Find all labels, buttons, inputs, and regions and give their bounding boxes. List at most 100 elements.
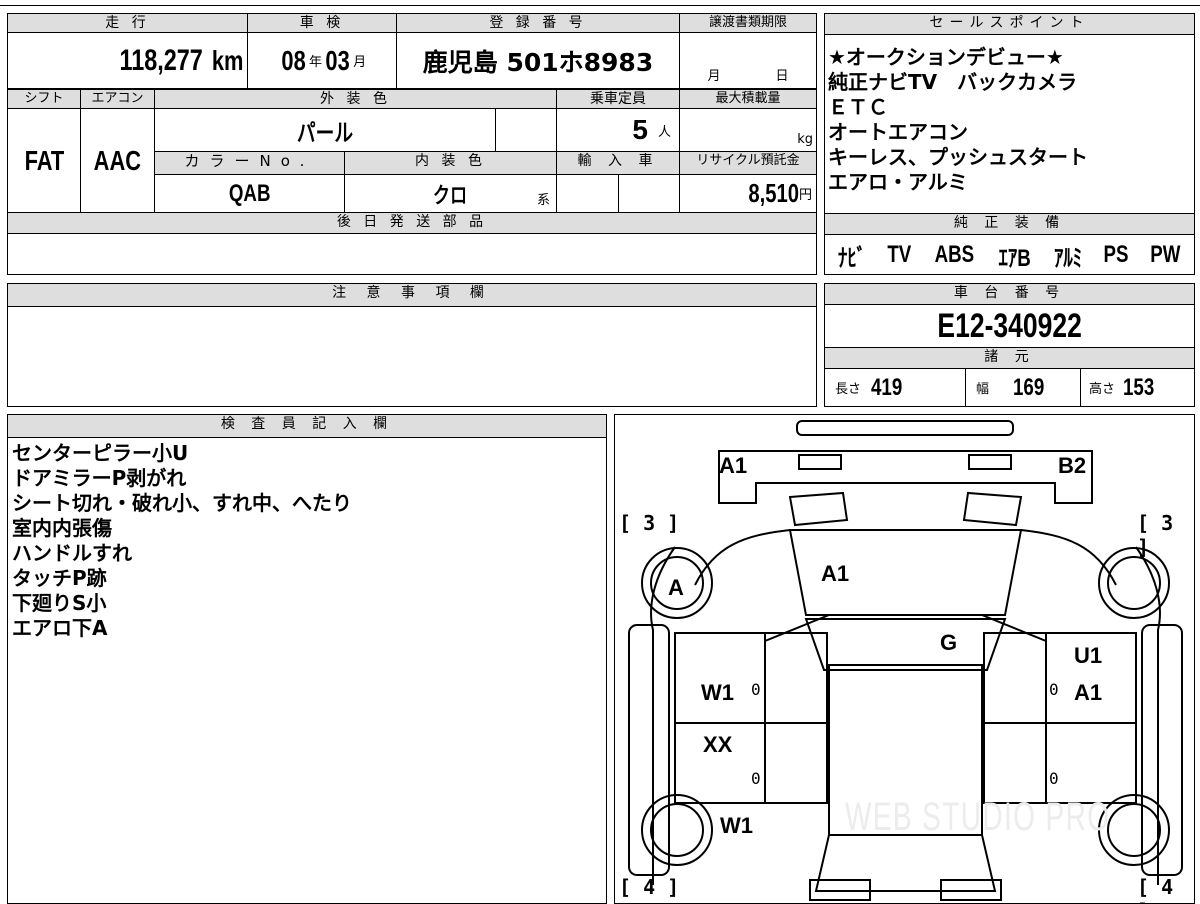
right-rear-door (983, 722, 1137, 804)
specs-label: 諸 元 (824, 347, 1195, 369)
car-diagram-block: [ 3 ] [ 3 ] [ 4 ] [ 4 ] A1 B2 A A1 G U1 … (614, 414, 1195, 904)
length-value: 419 (871, 373, 903, 401)
inspector-line: 下廻りS小 (12, 591, 107, 615)
sales-point-line: ★オークションデビュー★ (828, 45, 1064, 69)
chassis-label: 車 台 番 号 (824, 283, 1195, 305)
inspector-line: エアロ下A (12, 616, 108, 640)
mark-front-bumper-right: B2 (1058, 453, 1087, 478)
max-load-cell: kg (679, 108, 817, 152)
mark-front-bumper-left: A1 (719, 453, 748, 478)
shift-cell: FAT (7, 108, 81, 213)
sales-point-line: キーレス、プッシュスタート (828, 145, 1088, 169)
equipment-item: PS (1103, 241, 1129, 268)
width-cell: 幅 169 (965, 368, 1081, 407)
zero-marker: 0 (751, 680, 761, 699)
inspector-line: ハンドルすれ (12, 541, 132, 565)
equipment-item: ｴｱB (998, 244, 1031, 272)
front-bumper (718, 450, 1093, 504)
mark-windshield: G (940, 630, 958, 655)
inspector-label: 検 査 員 記 入 欄 (7, 414, 607, 438)
rear-window (814, 834, 997, 892)
chassis-value: E12-340922 (937, 306, 1082, 345)
mark-right-front-door-top: U1 (1074, 643, 1103, 668)
headlight-right (962, 491, 1023, 527)
inspection-cell: 08 年 03 月 (247, 32, 397, 89)
right-front-door (983, 632, 1137, 724)
inspection-year-unit: 年 (308, 55, 322, 70)
length-cell: 長さ 419 (824, 368, 966, 407)
shift-label: シフト (7, 89, 81, 109)
mileage-unit: km (211, 44, 243, 76)
import-label: 輸 入 車 (556, 151, 680, 175)
factory-equipment-label: 純 正 装 備 (824, 213, 1195, 235)
inspection-year: 08 (281, 44, 306, 76)
sales-points-lines: ★オークションデビュー★ 純正ナビTV バックカメラ ＥＴＣ オートエアコン キ… (828, 45, 1193, 213)
mark-left-rear-wheel: W1 (720, 813, 753, 838)
equipment-item: ABS (934, 241, 975, 268)
mirror-left (764, 614, 830, 642)
mirror-right (981, 614, 1047, 642)
headlight-left (788, 491, 849, 527)
interior-color-label: 内 装 色 (344, 151, 557, 175)
inspector-lines: センターピラー小U ドアミラーP剥がれ シート切れ・破れ小、すれ中、へたり 室内… (12, 441, 602, 641)
interior-color-suffix: 系 (536, 193, 550, 208)
transfer-deadline-cell: 月 日 (679, 32, 817, 89)
interior-color-value: クロ (433, 183, 468, 209)
left-sill (628, 624, 670, 876)
aircon-cell: AAC (80, 108, 155, 213)
equipment-item: TV (887, 241, 912, 268)
inspection-month-unit: 月 (353, 55, 367, 70)
import-cell-b (618, 174, 680, 213)
tire-front-right: [ 3 ] (1137, 511, 1174, 559)
mileage-label: 走 行 (7, 13, 248, 33)
windshield (804, 618, 1007, 671)
width-value: 169 (1013, 373, 1045, 401)
left-front-door (674, 632, 828, 724)
recycle-fee-unit: 円 (798, 188, 812, 203)
recycle-fee-value: 8,510 (748, 178, 799, 208)
sales-point-line: 純正ナビTV バックカメラ (828, 70, 1078, 94)
import-cell-a (556, 174, 619, 213)
mark-hood: A1 (821, 561, 850, 586)
wheel-rear-left-inner (650, 803, 704, 857)
capacity-cell: 5 人 (556, 108, 680, 152)
inspection-label: 車 検 (247, 13, 397, 33)
mark-right-front-door: A1 (1074, 680, 1103, 705)
recycle-fee-cell: 8,510 円 (679, 174, 817, 213)
aircon-label: エアコン (80, 89, 155, 109)
aircon-value: AAC (93, 144, 142, 176)
inspection-month: 03 (325, 44, 350, 76)
interior-color-cell: クロ 系 (344, 174, 557, 213)
height-cell: 高さ 153 (1080, 368, 1195, 407)
tire-front-left: [ 3 ] (619, 511, 680, 535)
later-parts-label: 後 日 発 送 部 品 (7, 212, 817, 234)
exterior-color-extra-cell (495, 108, 557, 152)
exterior-color-label: 外 装 色 (154, 89, 557, 109)
max-load-unit: kg (797, 132, 813, 147)
capacity-unit: 人 (657, 124, 671, 140)
chassis-cell: E12-340922 (824, 304, 1195, 348)
inspector-line: ドアミラーP剥がれ (12, 466, 187, 490)
exterior-color-value: パール (296, 118, 354, 147)
mileage-value: 118,277 (119, 43, 203, 77)
right-sill (1141, 624, 1183, 876)
inspector-line: センターピラー小U (12, 441, 189, 465)
equipment-item: PW (1150, 241, 1181, 268)
registration-label: 登 録 番 号 (396, 13, 680, 33)
inspector-line: タッチP跡 (12, 566, 107, 590)
exterior-color-cell: パール (154, 108, 496, 152)
transfer-month-unit: 月 (707, 69, 721, 84)
mark-left-front-door: W1 (701, 680, 734, 705)
equipment-item: ｱﾙﾐ (1053, 244, 1082, 272)
inspector-line: シート切れ・破れ小、すれ中、へたり (12, 491, 352, 515)
later-parts-area (7, 233, 817, 275)
transfer-day-unit: 日 (775, 69, 789, 84)
registration-cell: 鹿児島 501ホ8983 (396, 32, 680, 89)
capacity-value: 5 (632, 114, 648, 145)
shift-value: FAT (24, 144, 64, 176)
max-load-label: 最大積載量 (679, 89, 817, 109)
equipment-item: ﾅﾋﾞ (837, 244, 867, 272)
tire-rear-left: [ 4 ] (619, 875, 680, 899)
registration-value: 鹿児島 501ホ8983 (422, 47, 654, 77)
watermark: WEB STUDIO PRO (845, 795, 1111, 839)
